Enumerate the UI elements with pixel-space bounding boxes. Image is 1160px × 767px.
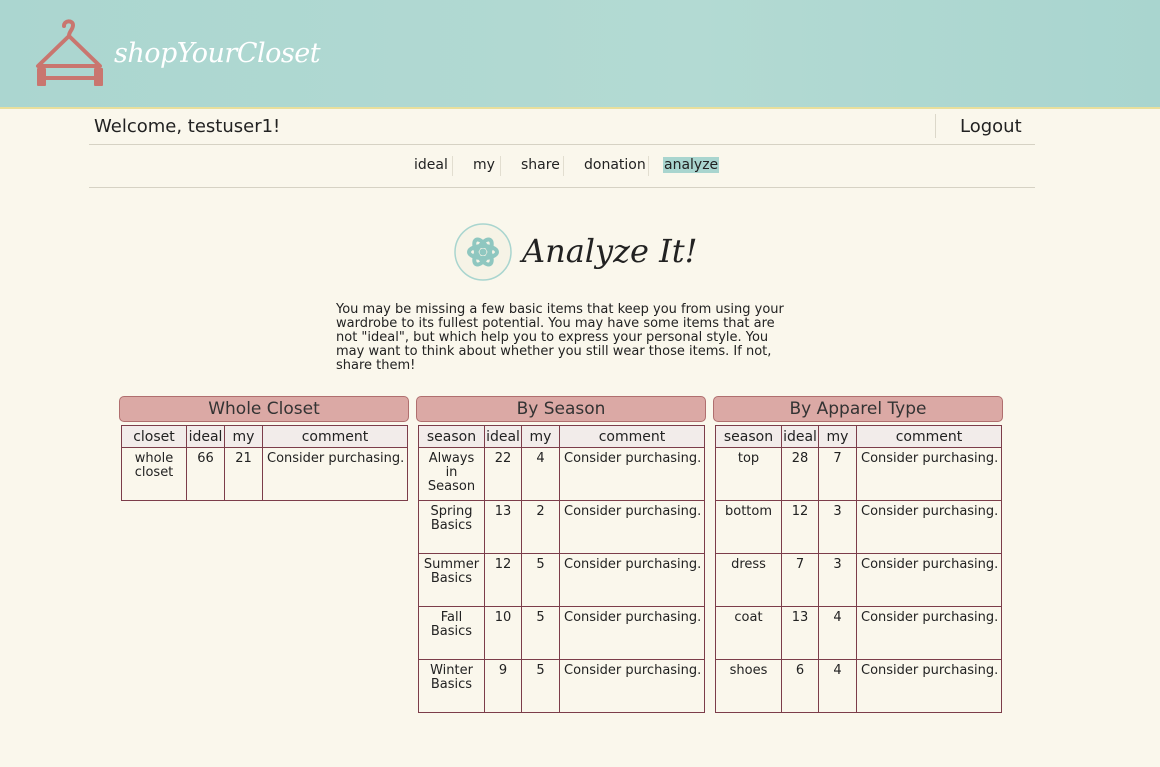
nav-separator [648, 156, 649, 176]
table-row: dress 7 3 Consider purchasing. [715, 553, 1002, 607]
my-cell: 21 [224, 447, 263, 501]
table-row: shoes 6 4 Consider purchasing. [715, 659, 1002, 713]
table-header-row: season ideal my comment [715, 425, 1002, 448]
category-cell: Summer Basics [418, 553, 485, 607]
ideal-cell: 12 [484, 553, 522, 607]
comment-cell: Consider purchasing. [559, 447, 705, 501]
ideal-cell: 22 [484, 447, 522, 501]
by-apparel-type-heading: By Apparel Type [713, 396, 1003, 422]
category-cell: dress [715, 553, 782, 607]
comment-cell: Consider purchasing. [856, 659, 1002, 713]
by-apparel-type-table: season ideal my comment top 28 7 Conside… [715, 425, 1002, 713]
comment-cell: Consider purchasing. [262, 447, 408, 501]
comment-cell: Consider purchasing. [856, 606, 1002, 660]
comment-cell: Consider purchasing. [559, 606, 705, 660]
my-cell: 4 [818, 606, 857, 660]
logout-link[interactable]: Logout [960, 116, 1022, 137]
table-row: Winter Basics 9 5 Consider purchasing. [418, 659, 705, 713]
nav-share[interactable]: share [521, 157, 560, 173]
column-header: season [715, 425, 782, 448]
table-row: coat 13 4 Consider purchasing. [715, 606, 1002, 660]
table-header-row: season ideal my comment [418, 425, 705, 448]
category-cell: whole closet [121, 447, 187, 501]
ideal-cell: 66 [186, 447, 225, 501]
column-header: season [418, 425, 485, 448]
category-cell: bottom [715, 500, 782, 554]
nav-separator [563, 156, 564, 176]
comment-cell: Consider purchasing. [559, 500, 705, 554]
divider [935, 114, 936, 138]
by-season-table: season ideal my comment Always in Season… [418, 425, 705, 713]
column-header: my [521, 425, 560, 448]
table-row: Summer Basics 12 5 Consider purchasing. [418, 553, 705, 607]
my-cell: 3 [818, 553, 857, 607]
page-title: Analyze It! [522, 232, 698, 270]
comment-cell: Consider purchasing. [856, 500, 1002, 554]
my-cell: 3 [818, 500, 857, 554]
welcome-message: Welcome, testuser1! [94, 116, 281, 137]
my-cell: 5 [521, 553, 560, 607]
table-row: Always in Season 22 4 Consider purchasin… [418, 447, 705, 501]
nav-separator [452, 156, 453, 176]
category-cell: coat [715, 606, 782, 660]
divider [89, 144, 1035, 145]
table-row: bottom 12 3 Consider purchasing. [715, 500, 1002, 554]
ideal-cell: 28 [781, 447, 819, 501]
whole-closet-heading: Whole Closet [119, 396, 409, 422]
nav-donation[interactable]: donation [584, 157, 646, 173]
category-cell: top [715, 447, 782, 501]
column-header: ideal [186, 425, 225, 448]
my-cell: 7 [818, 447, 857, 501]
my-cell: 5 [521, 659, 560, 713]
ideal-cell: 6 [781, 659, 819, 713]
my-cell: 4 [521, 447, 560, 501]
column-header: ideal [781, 425, 819, 448]
by-season-heading: By Season [416, 396, 706, 422]
divider [89, 187, 1035, 188]
nav-separator [500, 156, 501, 176]
nav-my[interactable]: my [473, 157, 495, 173]
table-row: top 28 7 Consider purchasing. [715, 447, 1002, 501]
category-cell: Fall Basics [418, 606, 485, 660]
table-row: whole closet 66 21 Consider purchasing. [121, 447, 408, 501]
ideal-cell: 10 [484, 606, 522, 660]
table-row: Fall Basics 10 5 Consider purchasing. [418, 606, 705, 660]
column-header: ideal [484, 425, 522, 448]
column-header: my [224, 425, 263, 448]
nav-ideal[interactable]: ideal [414, 157, 448, 173]
table-row: Spring Basics 13 2 Consider purchasing. [418, 500, 705, 554]
column-header: my [818, 425, 857, 448]
my-cell: 2 [521, 500, 560, 554]
brand-name[interactable]: shopYourCloset [114, 38, 321, 69]
comment-cell: Consider purchasing. [559, 553, 705, 607]
my-cell: 4 [818, 659, 857, 713]
comment-cell: Consider purchasing. [856, 553, 1002, 607]
column-header: comment [856, 425, 1002, 448]
category-cell: Spring Basics [418, 500, 485, 554]
ideal-cell: 13 [484, 500, 522, 554]
my-cell: 5 [521, 606, 560, 660]
ideal-cell: 13 [781, 606, 819, 660]
nav-analyze[interactable]: analyze [663, 157, 720, 173]
column-header: closet [121, 425, 187, 448]
column-header: comment [559, 425, 705, 448]
table-header-row: closet ideal my comment [121, 425, 408, 448]
ideal-cell: 12 [781, 500, 819, 554]
intro-text: You may be missing a few basic items tha… [336, 302, 784, 373]
comment-cell: Consider purchasing. [856, 447, 1002, 501]
category-cell: Winter Basics [418, 659, 485, 713]
ideal-cell: 9 [484, 659, 522, 713]
category-cell: Always in Season [418, 447, 485, 501]
site-header: shopYourCloset [0, 0, 1160, 109]
column-header: comment [262, 425, 408, 448]
comment-cell: Consider purchasing. [559, 659, 705, 713]
whole-closet-table: closet ideal my comment whole closet 66 … [121, 425, 408, 501]
category-cell: shoes [715, 659, 782, 713]
hanger-icon[interactable] [34, 18, 108, 90]
ideal-cell: 7 [781, 553, 819, 607]
atom-icon [454, 223, 512, 281]
